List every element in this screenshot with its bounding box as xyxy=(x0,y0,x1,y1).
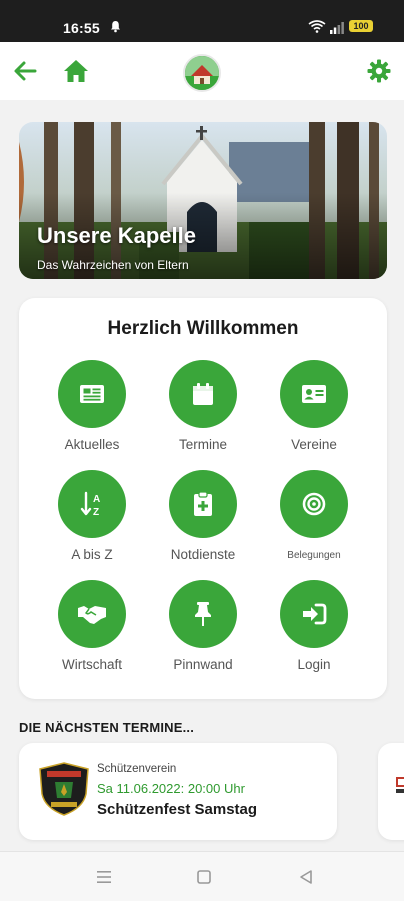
square-icon xyxy=(197,870,211,884)
medical-clipboard-icon xyxy=(194,491,212,516)
tile-a-bis-z[interactable]: A Z A bis Z xyxy=(37,470,147,570)
club-logo xyxy=(39,762,89,816)
status-time: 16:55 xyxy=(63,20,100,36)
tile-label: Aktuelles xyxy=(64,437,120,452)
tile-label: Termine xyxy=(178,437,227,452)
event-date: Sa 11.06.2022: 20:00 Uhr xyxy=(97,781,245,796)
pushpin-icon xyxy=(195,602,211,626)
event-card-next[interactable] xyxy=(378,743,404,840)
hero-subtitle: Das Wahrzeichen von Eltern xyxy=(37,258,189,272)
tile-login[interactable]: Login xyxy=(259,580,369,680)
home-nav-button[interactable] xyxy=(192,866,216,888)
tile-label: Belegungen xyxy=(287,550,341,561)
tile-vereine-circle xyxy=(280,360,348,428)
tile-pinnwand[interactable]: Pinnwand xyxy=(148,580,258,680)
svg-text:Z: Z xyxy=(93,507,99,517)
tile-vereine[interactable]: Vereine xyxy=(259,360,369,460)
tile-label: Wirtschaft xyxy=(61,657,122,672)
home-icon xyxy=(64,60,88,82)
event-title: Schützenfest Samstag xyxy=(97,801,258,818)
tile-label: Vereine xyxy=(291,437,337,452)
hero-banner[interactable]: Unsere Kapelle Das Wahrzeichen von Elter… xyxy=(19,122,387,279)
tile-pinnwand-circle xyxy=(169,580,237,648)
sort-alpha-icon: A Z xyxy=(80,491,100,517)
bell-icon xyxy=(110,20,121,38)
target-icon xyxy=(302,492,326,516)
newspaper-icon xyxy=(80,385,104,403)
tile-aktuelles-circle xyxy=(58,360,126,428)
hero-title: Unsere Kapelle xyxy=(37,223,196,248)
welcome-title: Herzlich Willkommen xyxy=(107,318,299,339)
tile-label: Notdienste xyxy=(170,547,236,562)
tile-a-bis-z-circle: A Z xyxy=(58,470,126,538)
recent-apps-button[interactable] xyxy=(92,866,116,888)
tile-label: Pinnwand xyxy=(173,657,233,672)
tile-termine-circle xyxy=(169,360,237,428)
arrow-left-icon xyxy=(14,61,37,81)
gear-icon xyxy=(367,59,391,83)
event-card[interactable]: Schützenverein Sa 11.06.2022: 20:00 Uhr … xyxy=(19,743,337,840)
triangle-back-icon xyxy=(300,870,312,884)
town-logo-image xyxy=(185,56,219,90)
town-logo[interactable] xyxy=(183,54,221,92)
svg-text:A: A xyxy=(93,494,100,505)
tile-wirtschaft-circle xyxy=(58,580,126,648)
chapel-photo xyxy=(19,122,387,279)
sign-in-icon xyxy=(303,603,327,625)
signal-icon xyxy=(330,21,344,39)
id-card-icon xyxy=(302,385,326,403)
tile-notdienste-circle xyxy=(169,470,237,538)
tile-termine[interactable]: Termine xyxy=(148,360,258,460)
club-logo-next xyxy=(396,777,404,793)
welcome-card: Herzlich Willkommen Aktuelles Termine Ve… xyxy=(19,298,387,699)
tile-notdienste[interactable]: Notdienste xyxy=(148,470,258,570)
status-bar: 16:55 100 xyxy=(0,0,404,42)
tile-login-circle xyxy=(280,580,348,648)
menu-lines-icon xyxy=(97,871,111,883)
tile-belegungen[interactable]: Belegungen xyxy=(259,470,369,570)
tile-wirtschaft[interactable]: Wirtschaft xyxy=(37,580,147,680)
back-nav-button[interactable] xyxy=(294,866,318,888)
tile-belegungen-circle xyxy=(280,470,348,538)
calendar-icon xyxy=(193,383,213,405)
battery-indicator: 100 xyxy=(349,20,373,32)
tile-label: Login xyxy=(297,657,331,672)
back-button[interactable] xyxy=(12,59,38,83)
events-heading: DIE NÄCHSTEN TERMINE... xyxy=(19,720,195,735)
wifi-icon xyxy=(308,20,326,38)
handshake-icon xyxy=(78,606,106,624)
tile-label: A bis Z xyxy=(71,547,113,562)
home-button[interactable] xyxy=(62,58,90,84)
settings-button[interactable] xyxy=(366,58,392,84)
system-nav-bar xyxy=(0,851,404,901)
tile-aktuelles[interactable]: Aktuelles xyxy=(37,360,147,460)
event-club: Schützenverein xyxy=(97,763,177,775)
